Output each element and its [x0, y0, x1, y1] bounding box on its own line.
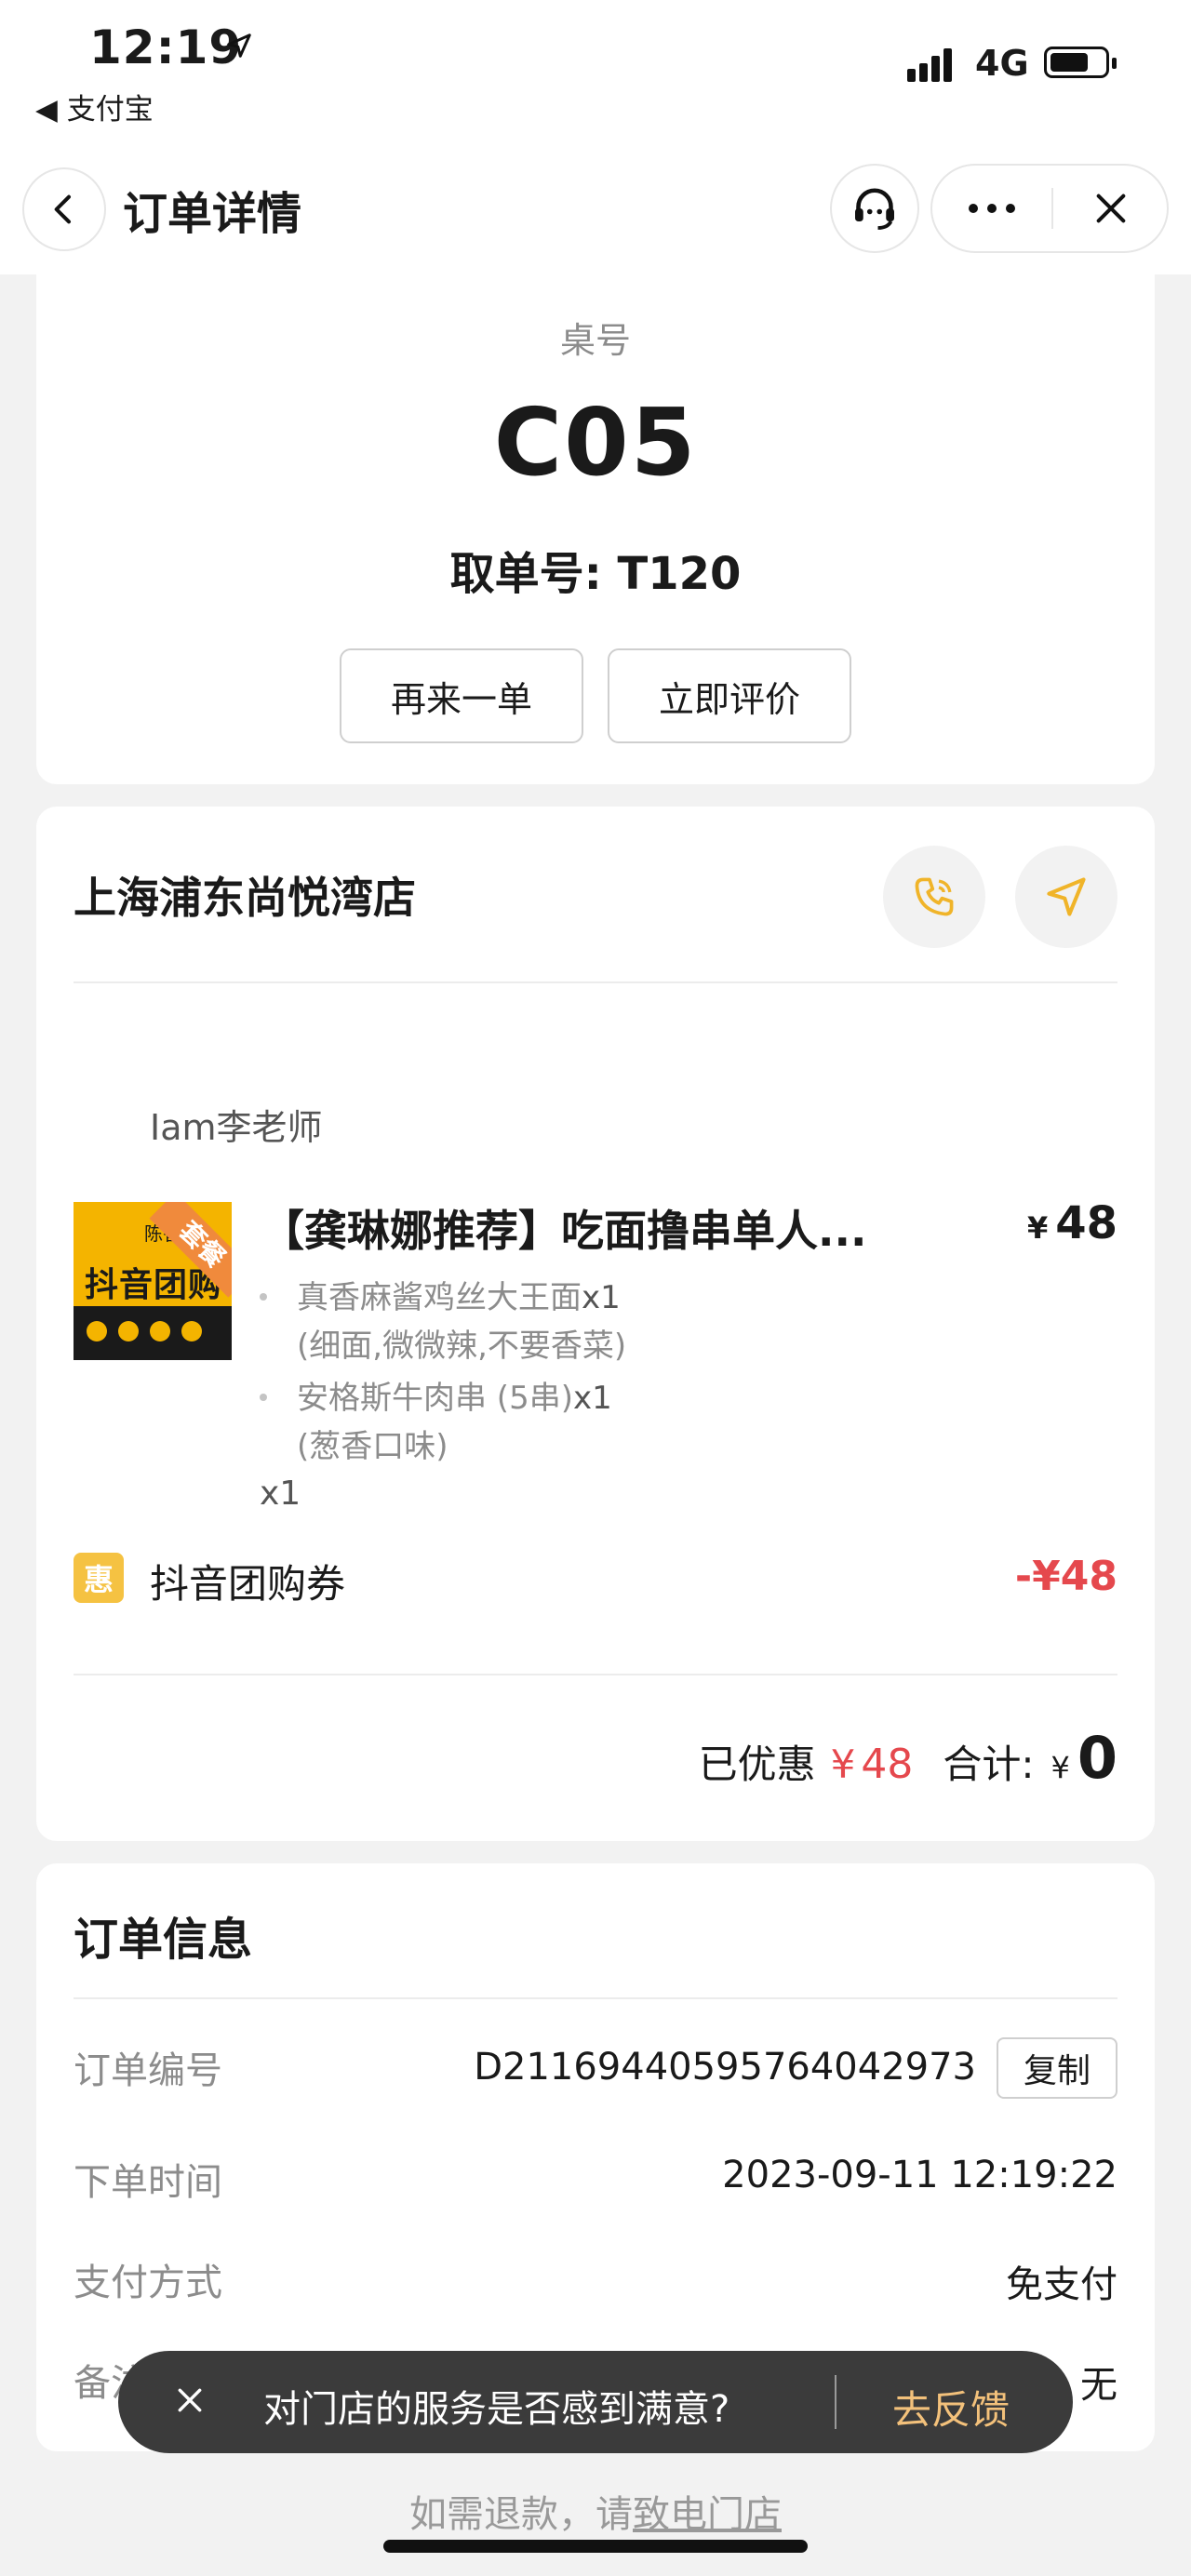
price-value: 48	[1055, 1197, 1117, 1249]
customer-name: Iam李老师	[150, 1107, 323, 1148]
order-info-title: 订单信息	[74, 1914, 253, 1966]
sub-item-name: 真香麻酱鸡丝大王面x1	[297, 1272, 621, 1317]
refund-hint: 如需退款，请致电门店	[0, 2484, 1191, 2538]
discount-symbol: ¥	[830, 1742, 856, 1787]
status-bar: 12:19 ◀ 支付宝 4G	[0, 0, 1191, 158]
phone-icon	[915, 877, 954, 916]
table-card: 桌号 C05 取单号: T120 再来一单 立即评价	[36, 274, 1155, 784]
network-type: 4G	[975, 43, 1029, 84]
customer-service-icon	[855, 188, 894, 230]
reorder-button[interactable]: 再来一单	[340, 648, 583, 743]
signal-icon	[907, 48, 952, 82]
copy-button[interactable]: 复制	[997, 2037, 1117, 2099]
mini-app-capsule	[930, 164, 1169, 253]
close-button[interactable]	[1053, 166, 1169, 251]
pickup-label: 取单号:	[449, 548, 602, 600]
feedback-toast: 对门店的服务是否感到满意? 去反馈	[118, 2351, 1073, 2453]
total-symbol: ¥	[1050, 1750, 1070, 1785]
sub-item-qty: x1	[572, 1380, 612, 1417]
back-button[interactable]	[22, 167, 106, 251]
battery-icon	[1044, 47, 1117, 78]
navigate-button[interactable]	[1015, 846, 1117, 948]
coupon-amount: -¥48	[1014, 1553, 1117, 1600]
sub-item-title: 安格斯牛肉串 (5串)	[297, 1380, 573, 1417]
navigation-icon	[1047, 877, 1086, 916]
more-icon	[969, 204, 1015, 213]
order-summary: 已优惠 ¥ 48 合计: ¥ 0	[699, 1724, 1117, 1792]
item-thumbnail: 陈香 抖音团购 套餐	[74, 1202, 232, 1360]
pickup-value: T120	[617, 548, 742, 600]
more-button[interactable]	[932, 166, 1051, 251]
coupon-label: 抖音团购券	[150, 1561, 346, 1607]
customer-service-button[interactable]	[830, 164, 919, 253]
page-title: 订单详情	[123, 188, 302, 240]
home-indicator[interactable]	[383, 2540, 808, 2553]
divider	[74, 1674, 1117, 1675]
status-time: 12:19	[89, 20, 243, 74]
remark-value: 无	[1080, 2364, 1117, 2407]
sub-item-qty: x1	[582, 1279, 621, 1316]
feedback-button[interactable]: 去反馈	[892, 2379, 1010, 2436]
back-icon	[54, 194, 71, 224]
call-store-link[interactable]: 致电门店	[633, 2493, 782, 2536]
divider	[74, 981, 1117, 983]
order-time-value: 2023-09-11 12:19:22	[722, 2154, 1117, 2196]
item-name[interactable]: 【龚琳娜推荐】吃面撸串单人...	[261, 1197, 969, 1259]
table-label: 桌号	[559, 320, 631, 361]
divider	[74, 1997, 1117, 1999]
order-number-label: 订单编号	[74, 2049, 222, 2092]
back-to-app-link[interactable]: ◀ 支付宝	[35, 86, 154, 127]
order-number-value: D21169440595764042973	[474, 2046, 976, 2089]
sub-item-note: (细面,微微辣,不要香菜)	[297, 1328, 627, 1365]
sub-item-name: 安格斯牛肉串 (5串)x1	[297, 1372, 612, 1418]
location-arrow-icon	[227, 33, 251, 58]
total-label: 合计:	[943, 1742, 1035, 1787]
item-price: ¥48	[1027, 1197, 1117, 1249]
store-card: 上海浦东尚悦湾店 Iam李老师 陈香 抖音团购 套餐 【龚琳娜推荐】吃面撸串单人…	[36, 807, 1155, 1841]
table-number: C05	[493, 388, 698, 497]
pickup-number: 取单号: T120	[36, 537, 1155, 602]
store-name: 上海浦东尚悦湾店	[74, 873, 416, 923]
nav-bar: 订单详情	[0, 158, 1191, 274]
discount-value: 48	[861, 1741, 914, 1788]
discount-label: 已优惠	[698, 1742, 816, 1787]
feedback-message: 对门店的服务是否感到满意?	[263, 2388, 730, 2431]
sub-item-title: 真香麻酱鸡丝大王面	[297, 1279, 582, 1316]
bullet	[260, 1394, 267, 1401]
order-time-label: 下单时间	[74, 2161, 222, 2204]
close-icon	[1096, 194, 1126, 223]
payment-method-value: 免支付	[1006, 2263, 1117, 2306]
close-icon	[178, 2388, 202, 2412]
payment-method-label: 支付方式	[74, 2262, 222, 2304]
dismiss-feedback-button[interactable]	[167, 2377, 213, 2423]
price-symbol: ¥	[1026, 1210, 1049, 1246]
call-store-button[interactable]	[883, 846, 985, 948]
sub-item-note: (葱香口味)	[297, 1428, 448, 1465]
bullet	[260, 1293, 267, 1301]
discount-badge: 惠	[74, 1553, 124, 1603]
item-quantity: x1	[260, 1475, 301, 1513]
refund-prefix: 如需退款，请	[409, 2493, 633, 2536]
thumb-dots	[87, 1321, 202, 1341]
toast-divider	[835, 2375, 836, 2429]
review-button[interactable]: 立即评价	[608, 648, 851, 743]
total-value: 0	[1077, 1724, 1117, 1792]
